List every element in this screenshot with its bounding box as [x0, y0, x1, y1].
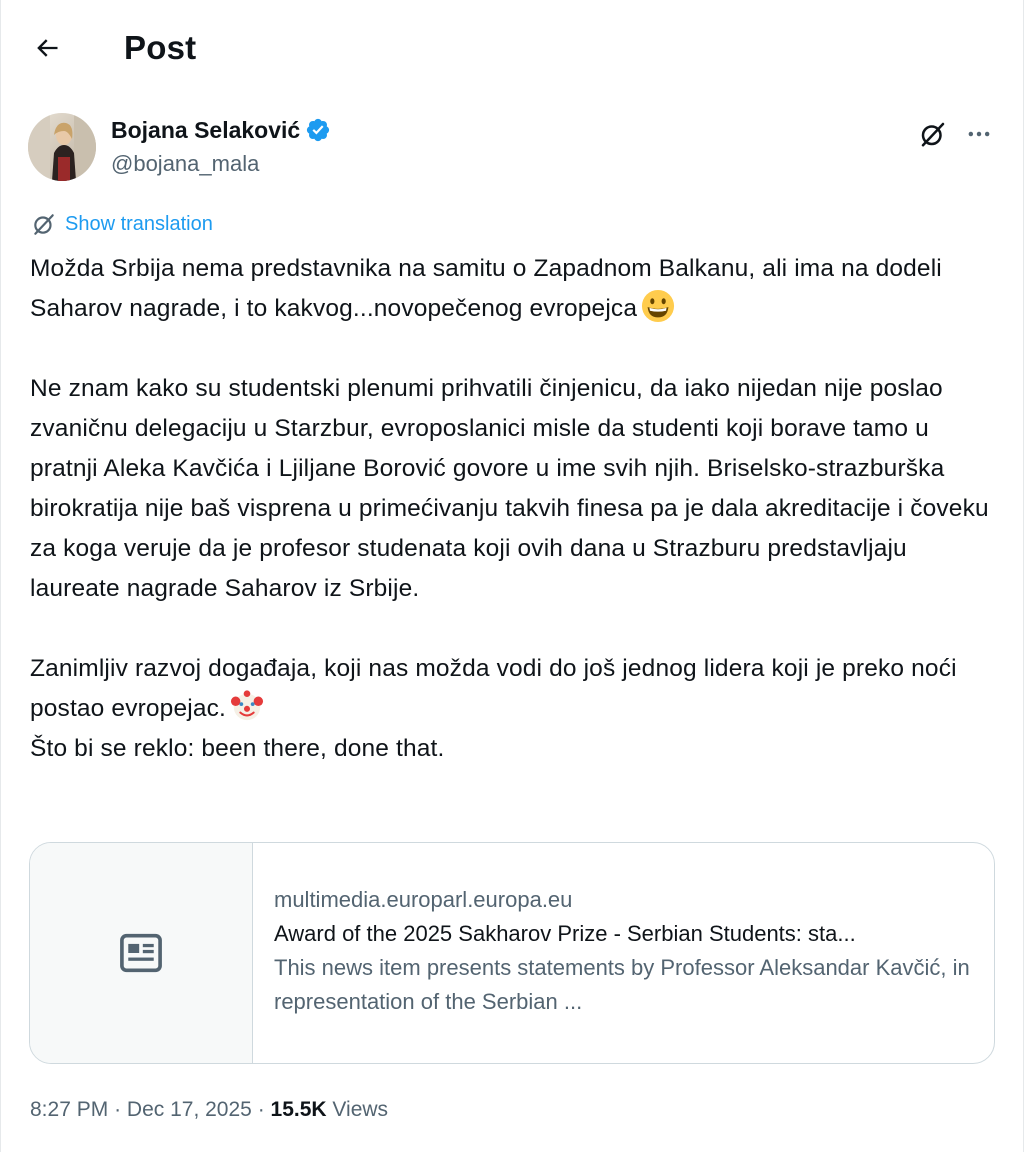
post-paragraph-1-text: Možda Srbija nema predstavnika na samitu…: [30, 255, 942, 322]
back-button[interactable]: [25, 26, 69, 70]
post-paragraph-1: Možda Srbija nema predstavnika na samitu…: [30, 249, 1002, 329]
clown-face-emoji: [230, 690, 264, 721]
post-paragraph-2: Ne znam kako su studentski plenumi prihv…: [30, 375, 989, 602]
more-dots-icon: [968, 131, 990, 137]
avatar[interactable]: [28, 113, 96, 181]
show-translation-label: Show translation: [65, 213, 213, 235]
link-card-title: Award of the 2025 Sakharov Prize - Serbi…: [274, 921, 856, 946]
grok-icon: [921, 122, 945, 147]
article-icon: [120, 933, 162, 973]
verified-badge-icon: [307, 118, 330, 142]
link-card-text: multimedia.europarl.europa.eu Award of t…: [274, 883, 970, 1019]
link-preview-card[interactable]: multimedia.europarl.europa.eu Award of t…: [29, 842, 995, 1064]
post-page: Post Bojana Selaković @bojana_mala Show …: [0, 0, 1024, 1152]
post-paragraph-3-line-1: Zanimljiv razvoj događaja, koji nas možd…: [30, 655, 957, 722]
post-paragraph-3: Zanimljiv razvoj događaja, koji nas možd…: [30, 649, 1002, 769]
author-handle[interactable]: @bojana_mala: [111, 150, 259, 178]
post-paragraph-3-line-2: Što bi se reklo: been there, done that.: [30, 735, 445, 762]
grinning-face-emoji: [642, 289, 675, 323]
page-header: Post: [1, 0, 1023, 96]
more-options-button[interactable]: [959, 114, 999, 154]
link-card-domain: multimedia.europarl.europa.eu: [274, 887, 573, 912]
avatar-photo: [28, 113, 96, 181]
page-title: Post: [124, 29, 197, 66]
post-timestamp[interactable]: 8:27 PM · Dec 17, 2025: [30, 1098, 252, 1121]
views-label: Views: [332, 1098, 389, 1121]
post-time: 8:27 PM: [30, 1098, 109, 1121]
grok-button[interactable]: [913, 114, 953, 154]
author-name-text: Bojana Selaković: [111, 117, 301, 143]
post-meta: 8:27 PM · Dec 17, 2025 · 15.5K Views: [30, 1094, 388, 1126]
author-name[interactable]: Bojana Selaković: [111, 115, 331, 145]
show-translation-link[interactable]: Show translation: [31, 210, 213, 238]
grok-translate-icon: [34, 214, 54, 235]
post-date: Dec 17, 2025: [126, 1098, 252, 1121]
meta-separator-2: ·: [257, 1098, 265, 1121]
arrow-left-icon: [37, 39, 58, 57]
link-card-thumbnail: [30, 843, 253, 1063]
views-count: 15.5K: [270, 1098, 327, 1121]
link-card-description: This news item presents statements by Pr…: [274, 955, 970, 1014]
meta-separator: ·: [114, 1098, 122, 1121]
post-text: Možda Srbija nema predstavnika na samitu…: [30, 249, 1002, 769]
